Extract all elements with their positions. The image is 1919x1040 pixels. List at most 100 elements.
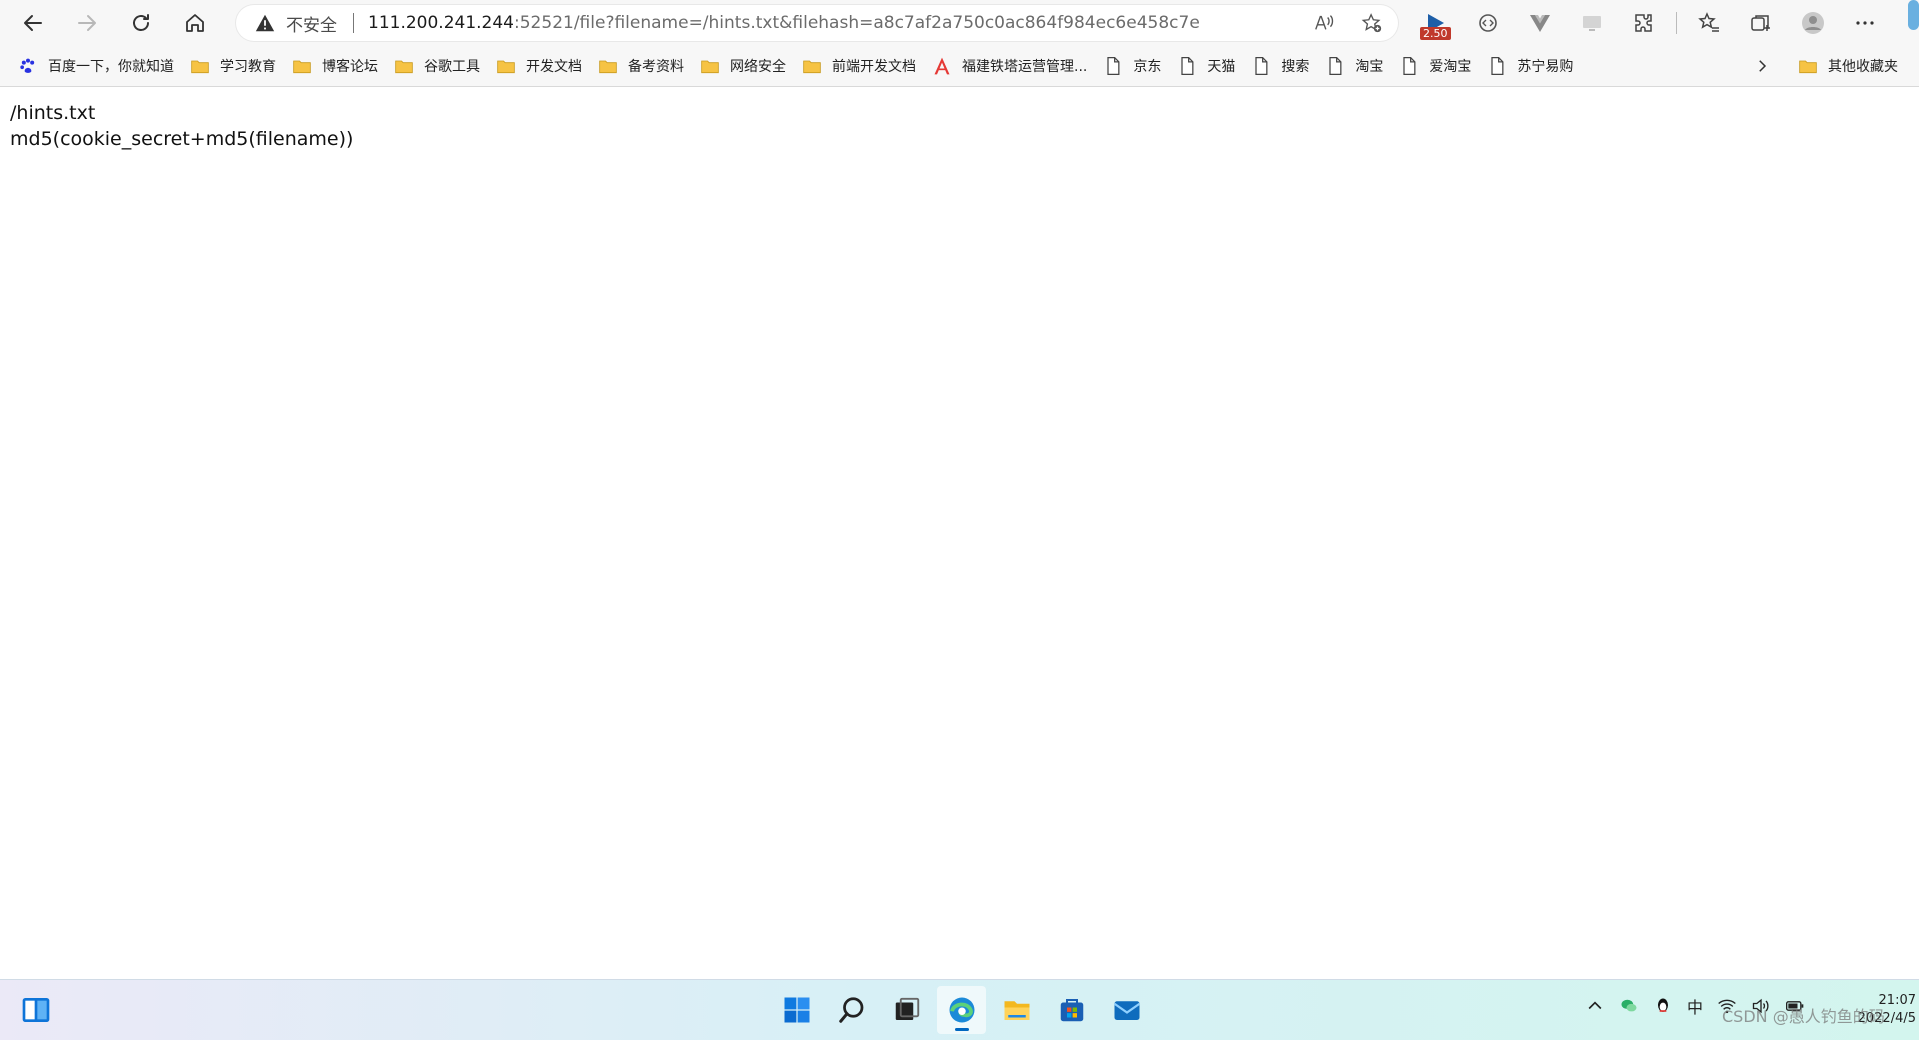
page-icon: [1491, 57, 1504, 75]
folder-icon: [395, 60, 413, 74]
edge-browser-icon: [949, 997, 974, 1023]
puzzle-icon: [1635, 14, 1652, 32]
mail-icon: [1113, 1001, 1140, 1020]
folder-icon: [293, 60, 311, 74]
taskbar-mail[interactable]: [1102, 986, 1151, 1034]
collections-icon: [1751, 15, 1770, 31]
warning-icon[interactable]: [254, 12, 276, 34]
bookmark-label: 天猫: [1207, 59, 1236, 75]
refresh-button[interactable]: [120, 3, 162, 43]
code-circle-icon: [1479, 14, 1497, 32]
page-content: /hints.txt md5(cookie_secret+md5(filenam…: [10, 100, 353, 152]
extension-code[interactable]: [1462, 3, 1514, 43]
more-dots-icon: [1856, 21, 1874, 25]
wechat-icon[interactable]: [1619, 996, 1639, 1016]
chevron-up-icon[interactable]: [1585, 996, 1605, 1016]
extensions-button[interactable]: [1618, 3, 1670, 43]
extension-vue[interactable]: [1514, 3, 1566, 43]
bookmark-item-8[interactable]: 福建铁塔运营管理...: [924, 51, 1095, 81]
bookmarks-bar: 百度一下，你就知道 学习教育 博客论坛 谷歌工具 开发文档 备考资料 网络安全 …: [0, 46, 1919, 87]
page-icon: [1329, 57, 1342, 75]
bookmark-label: 前端开发文档: [832, 59, 916, 75]
bookmark-item-12[interactable]: 淘宝: [1317, 51, 1391, 81]
browser-toolbar: 不安全 111.200.241.244:52521/file?filename=…: [0, 0, 1919, 46]
bookmarks-overflow-button[interactable]: [1746, 50, 1778, 82]
url-text[interactable]: 111.200.241.244:52521/file?filename=/hin…: [368, 13, 1200, 33]
folder-icon: [1799, 60, 1817, 74]
extension-video-speed[interactable]: 2.50: [1410, 3, 1462, 43]
bookmark-label: 淘宝: [1355, 59, 1384, 75]
bookmark-item-7[interactable]: 前端开发文档: [794, 51, 924, 81]
folder-icon: [191, 60, 209, 74]
ime-indicator[interactable]: 中: [1687, 994, 1703, 1018]
home-button[interactable]: [174, 3, 216, 43]
search-icon: [838, 997, 863, 1023]
bookmark-label: 百度一下，你就知道: [48, 59, 174, 75]
task-view-button[interactable]: [882, 986, 931, 1034]
address-bar[interactable]: 不安全 111.200.241.244:52521/file?filename=…: [236, 5, 1398, 41]
add-favorite-button[interactable]: [1360, 11, 1384, 35]
page-icon: [1181, 57, 1194, 75]
folder-icon: [803, 60, 821, 74]
url-host: 111.200.241.244: [368, 13, 515, 33]
favorites-star-list-icon: [1698, 12, 1719, 32]
address-separator: [353, 13, 354, 33]
scrollbar-thumb[interactable]: [1908, 0, 1919, 30]
bookmark-label: 苏宁易购: [1517, 59, 1574, 75]
bookmark-item-1[interactable]: 学习教育: [182, 51, 284, 81]
widgets-icon[interactable]: [20, 994, 52, 1026]
bookmark-label: 福建铁塔运营管理...: [962, 59, 1088, 75]
windows-logo-icon: [784, 997, 809, 1023]
collections-button[interactable]: [1735, 3, 1787, 43]
forward-button[interactable]: [66, 3, 108, 43]
bookmark-label: 谷歌工具: [424, 59, 480, 75]
settings-more-button[interactable]: [1839, 3, 1891, 43]
back-button[interactable]: [12, 3, 54, 43]
profile-button[interactable]: [1787, 3, 1839, 43]
vue-icon: [1530, 15, 1550, 32]
bookmark-item-14[interactable]: 苏宁易购: [1479, 51, 1581, 81]
folder-icon: [599, 60, 617, 74]
bookmark-label: 备考资料: [628, 59, 684, 75]
bookmark-item-4[interactable]: 开发文档: [488, 51, 590, 81]
bookmark-item-10[interactable]: 天猫: [1169, 51, 1243, 81]
bookmark-item-2[interactable]: 博客论坛: [284, 51, 386, 81]
home-icon: [186, 14, 204, 32]
store-bag-icon: [1060, 999, 1083, 1022]
folder-icon: [497, 60, 515, 74]
favorites-button[interactable]: [1683, 3, 1735, 43]
bookmark-item-9[interactable]: 京东: [1095, 51, 1169, 81]
folder-icon: [701, 60, 719, 74]
read-aloud-icon: [1315, 15, 1334, 30]
bookmark-label: 爱淘宝: [1429, 59, 1472, 75]
bookmark-item-0[interactable]: 百度一下，你就知道: [10, 51, 182, 81]
back-arrow-icon: [24, 15, 42, 31]
monitor-icon: [1583, 16, 1601, 31]
folder-explorer-icon: [1004, 1001, 1029, 1020]
bookmark-item-13[interactable]: 爱淘宝: [1391, 51, 1479, 81]
bookmark-item-5[interactable]: 备考资料: [590, 51, 692, 81]
taskbar-store[interactable]: [1047, 986, 1096, 1034]
search-button[interactable]: [827, 986, 876, 1034]
read-aloud-button[interactable]: [1312, 11, 1336, 35]
page-icon: [1403, 57, 1416, 75]
taskbar-edge[interactable]: [937, 986, 986, 1034]
taskbar-apps: [772, 986, 1151, 1034]
bookmark-item-11[interactable]: 搜索: [1243, 51, 1317, 81]
extension-monitor[interactable]: [1566, 3, 1618, 43]
bookmark-item-6[interactable]: 网络安全: [692, 51, 794, 81]
toolbar-separator: [1676, 12, 1677, 34]
bookmark-label: 博客论坛: [322, 59, 378, 75]
start-button[interactable]: [772, 986, 821, 1034]
extensions-bar: 2.50: [1410, 0, 1891, 46]
security-status-label[interactable]: 不安全: [286, 11, 337, 36]
bookmark-list: 百度一下，你就知道 学习教育 博客论坛 谷歌工具 开发文档 备考资料 网络安全 …: [0, 51, 1581, 81]
bookmark-other-favorites[interactable]: 其他收藏夹: [1790, 51, 1906, 81]
url-path: :52521/file?filename=/hints.txt&filehash…: [514, 13, 1200, 33]
bookmark-label: 开发文档: [526, 59, 582, 75]
taskbar-file-explorer[interactable]: [992, 986, 1041, 1034]
qq-penguin-icon[interactable]: [1653, 996, 1673, 1016]
content-line-filename: /hints.txt: [10, 102, 96, 124]
paw-icon: [20, 58, 35, 73]
bookmark-item-3[interactable]: 谷歌工具: [386, 51, 488, 81]
